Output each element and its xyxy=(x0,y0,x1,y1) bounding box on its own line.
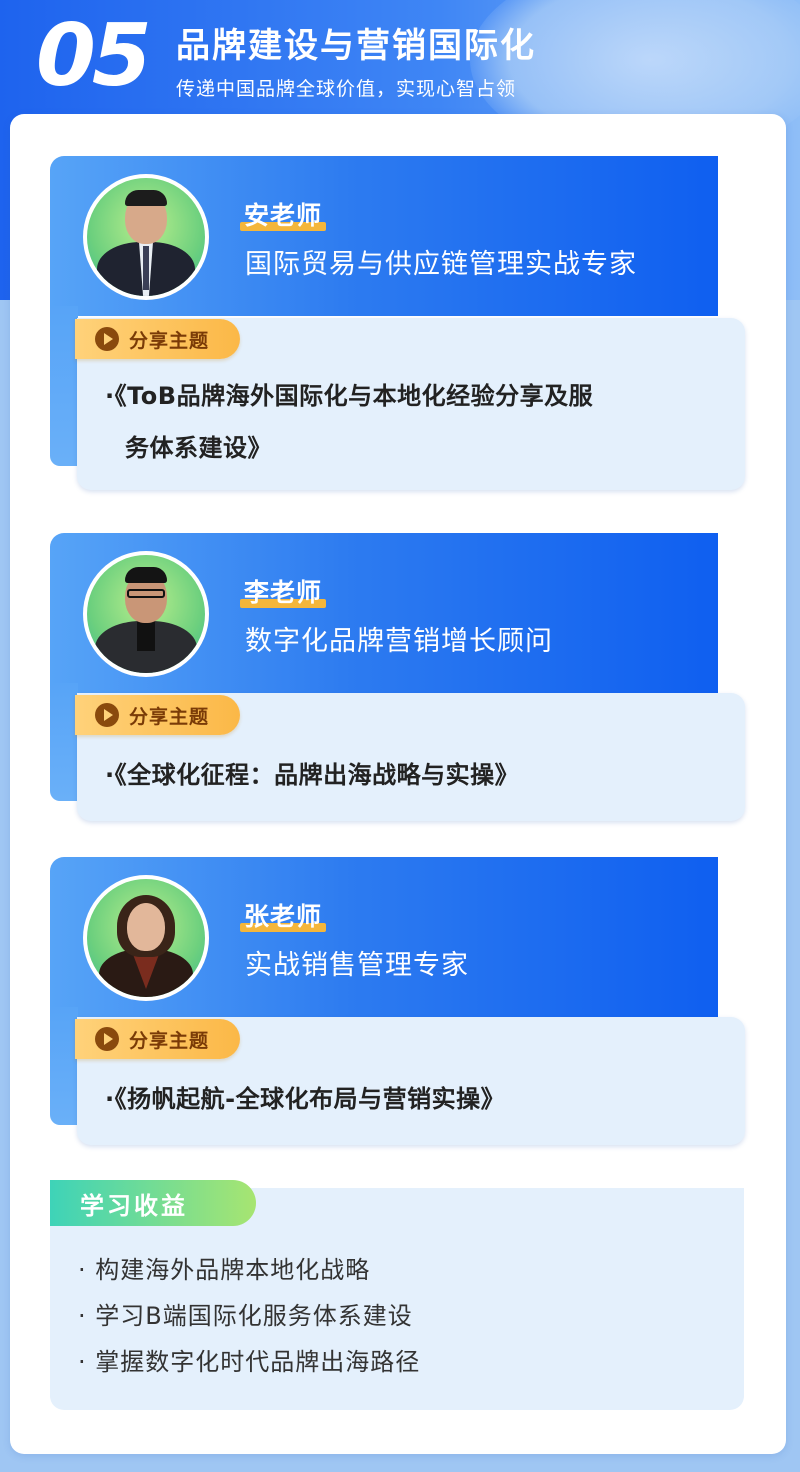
topic-line: 务体系建设》 xyxy=(125,434,272,462)
teacher-card-zhang: 张老师 实战销售管理专家 分享主题 ·《扬帆起航-全球化布局与营销实操》 xyxy=(50,857,745,1147)
gain-item: · 构建海外品牌本地化战略 xyxy=(78,1256,371,1284)
avatar xyxy=(83,551,209,677)
play-icon xyxy=(95,703,119,727)
teacher-role: 国际贸易与供应链管理实战专家 xyxy=(245,249,637,280)
topic-line: ·《全球化征程：品牌出海战略与实操》 xyxy=(105,761,520,789)
section-subtitle: 传递中国品牌全球价值，实现心智占领 xyxy=(176,78,517,100)
teacher-card-li: 李老师 数字化品牌营销增长顾问 分享主题 ·《全球化征程：品牌出海战略与实操》 xyxy=(50,533,745,823)
gains-title: 学习收益 xyxy=(50,1180,256,1226)
topic-line: ·《扬帆起航-全球化布局与营销实操》 xyxy=(105,1085,506,1113)
gain-item: · 掌握数字化时代品牌出海路径 xyxy=(78,1348,421,1376)
avatar xyxy=(83,875,209,1001)
teacher-name: 李老师 xyxy=(240,573,327,609)
teacher-card-an: 安老师 国际贸易与供应链管理实战专家 分享主题 ·《ToB品牌海外国际化与本地化… xyxy=(50,156,745,496)
topic-badge: 分享主题 xyxy=(75,319,240,359)
teacher-name: 张老师 xyxy=(240,897,327,933)
teacher-photo xyxy=(87,555,205,673)
section-title: 品牌建设与营销国际化 xyxy=(176,26,536,66)
teacher-role: 数字化品牌营销增长顾问 xyxy=(245,626,553,657)
teacher-name: 安老师 xyxy=(240,196,327,232)
avatar xyxy=(83,174,209,300)
topic-badge: 分享主题 xyxy=(75,695,240,735)
play-icon xyxy=(95,1027,119,1051)
play-icon xyxy=(95,327,119,351)
teacher-photo xyxy=(87,178,205,296)
teacher-role: 实战销售管理专家 xyxy=(245,950,469,981)
topic-line: ·《ToB品牌海外国际化与本地化经验分享及服 xyxy=(105,382,594,410)
topic-badge: 分享主题 xyxy=(75,1019,240,1059)
section-number: 05 xyxy=(36,6,152,106)
teacher-photo xyxy=(87,879,205,997)
gain-item: · 学习B端国际化服务体系建设 xyxy=(78,1302,413,1330)
